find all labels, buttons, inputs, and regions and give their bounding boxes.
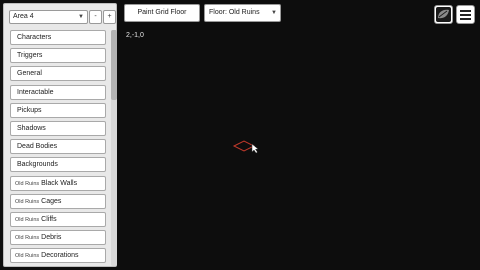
list-item-prefix: Old Ruins <box>15 180 40 187</box>
list-item-label: Cliffs <box>41 215 57 223</box>
area-select[interactable]: Area 4 ▼ <box>9 10 88 24</box>
floor-select-value: Floor: Old Ruins <box>209 9 260 16</box>
list-item-label: Dead Bodies <box>17 143 58 151</box>
list-item-label: Interactable <box>17 88 54 96</box>
list-item[interactable]: Characters <box>10 30 106 45</box>
list-item-prefix: Old Ruins <box>15 216 40 223</box>
chevron-down-icon: ▼ <box>271 10 277 16</box>
leaf-icon <box>436 7 451 22</box>
list-item[interactable]: Backgrounds <box>10 157 106 173</box>
list-scrollbar[interactable] <box>111 30 117 266</box>
list-item-label: Cages <box>41 197 62 205</box>
menu-button[interactable] <box>456 5 475 24</box>
list-item-prefix: Old Ruins <box>15 198 40 205</box>
list-item[interactable]: Dead Bodies <box>10 139 106 155</box>
list-item-label: Decorations <box>41 252 79 260</box>
list-item[interactable]: Triggers <box>10 48 106 64</box>
list-item-label: Pickups <box>17 106 42 114</box>
area-select-value: Area 4 <box>13 13 34 20</box>
list-item[interactable]: Interactable <box>10 84 106 100</box>
list-item-label: Triggers <box>17 52 43 60</box>
list-item-label: Black Walls <box>41 179 78 187</box>
list-item[interactable]: General <box>10 66 106 82</box>
remove-area-button[interactable]: - <box>89 10 102 24</box>
list-item[interactable]: Old Ruins Debris <box>10 230 106 246</box>
grid-coordinates: 2,-1,0 <box>126 32 144 39</box>
category-list: Characters Triggers General Interactable… <box>10 30 106 266</box>
tile-cursor[interactable] <box>232 138 264 158</box>
list-item-label: Characters <box>17 34 52 41</box>
floor-select[interactable]: Floor: Old Ruins ▼ <box>204 4 281 22</box>
list-item[interactable]: Old Ruins Cliffs <box>10 211 106 227</box>
list-item[interactable]: Old Ruins Black Walls <box>10 175 106 191</box>
hamburger-menu-icon <box>460 10 471 20</box>
left-panel: Area 4 ▼ - + Characters Triggers General… <box>3 3 117 267</box>
list-item-label: Debris <box>41 234 62 242</box>
leaf-button[interactable] <box>434 5 453 24</box>
list-item-label: Shadows <box>17 124 46 132</box>
scrollbar-thumb[interactable] <box>111 30 117 100</box>
list-item[interactable]: Pickups <box>10 102 106 118</box>
list-item[interactable]: Old Ruins Cages <box>10 193 106 209</box>
add-area-button[interactable]: + <box>103 10 116 24</box>
list-item[interactable]: Old Ruins Decorations <box>10 248 106 264</box>
list-item-label: Backgrounds <box>17 161 58 169</box>
list-item-label: General <box>17 70 42 78</box>
paint-grid-floor-button[interactable]: Paint Grid Floor <box>124 4 200 22</box>
list-item[interactable]: Shadows <box>10 120 106 136</box>
list-item-prefix: Old Ruins <box>15 235 40 242</box>
chevron-down-icon: ▼ <box>78 14 84 20</box>
list-item-prefix: Old Ruins <box>15 253 40 260</box>
tile-cursor-icon <box>232 140 259 154</box>
